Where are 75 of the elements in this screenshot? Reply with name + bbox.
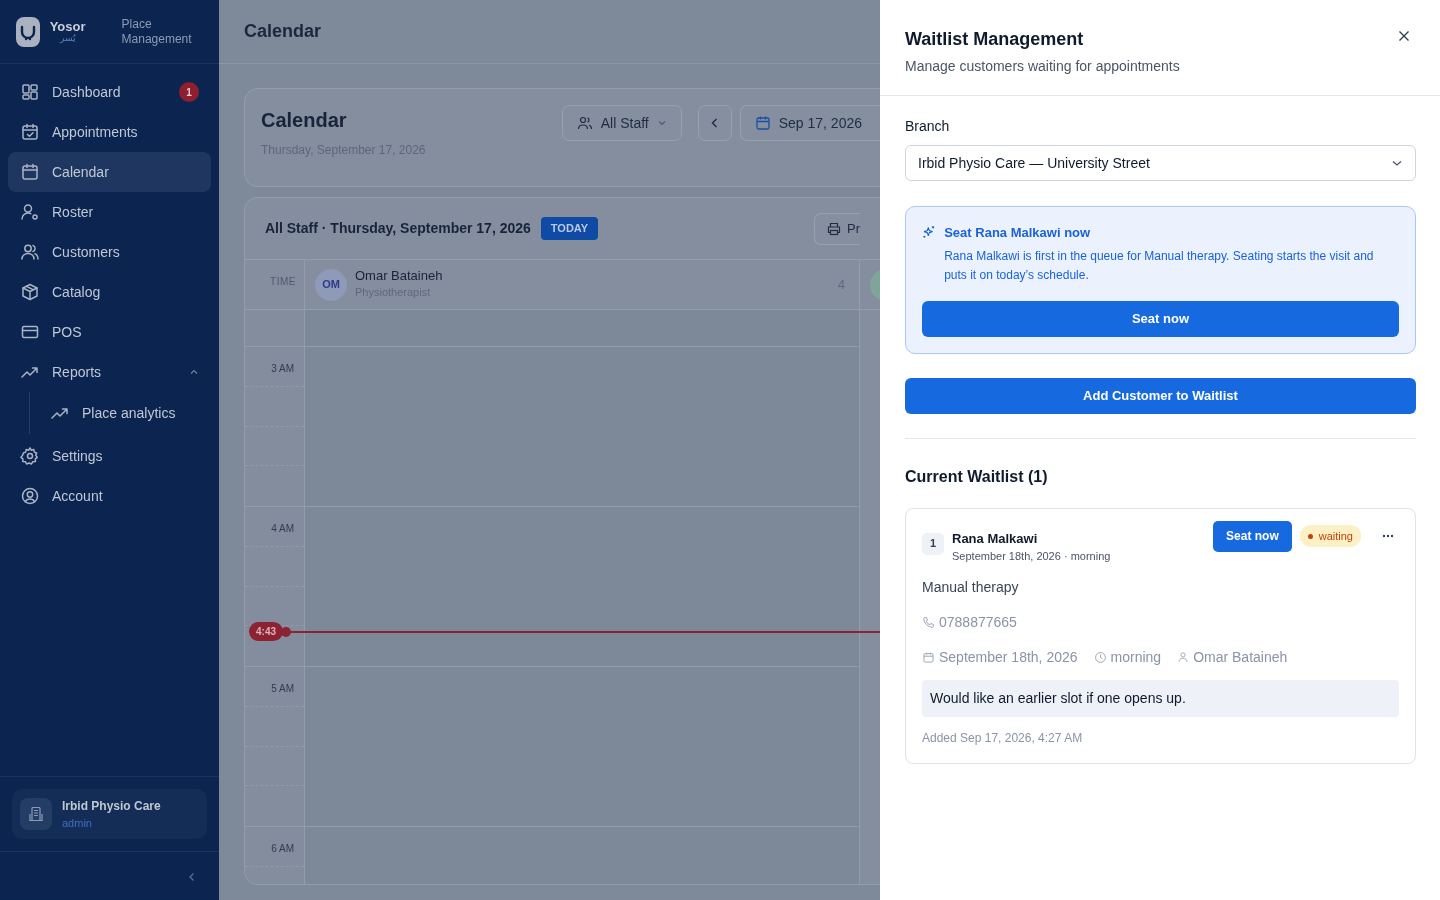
- calendar-title: Calendar: [261, 108, 348, 133]
- building-icon: [28, 805, 44, 822]
- added-timestamp: Added Sep 17, 2026, 4:27 AM: [922, 729, 1084, 747]
- workspace-name: Irbid Physio Care: [62, 797, 161, 815]
- staff-filter-dropdown[interactable]: All Staff: [561, 105, 682, 141]
- sidebar-item[interactable]: Dashboard 1: [8, 72, 211, 112]
- staff-avatar: OM: [315, 268, 347, 301]
- settings-icon: [20, 446, 40, 466]
- preferred-time: morning: [1110, 647, 1162, 667]
- printer-icon: [827, 221, 841, 236]
- date-picker-button[interactable]: Sep 17, 2026: [739, 105, 880, 141]
- person-icon: [1177, 651, 1190, 663]
- brand-name-arabic: يُسر: [58, 34, 77, 44]
- panel-subtitle: Manage customers waiting for appointments: [905, 57, 1180, 76]
- staff-name: Omar Bataineh: [1193, 647, 1288, 667]
- brand-name: Yosor: [49, 19, 86, 34]
- hour-label: 4 AM: [270, 522, 295, 536]
- sidebar-item[interactable]: Customers: [8, 232, 211, 272]
- workspace-role: admin: [62, 815, 93, 831]
- phone-icon: [922, 615, 935, 629]
- sidebar-item[interactable]: Settings: [8, 436, 211, 476]
- waitlist-title: Current Waitlist (1): [905, 466, 1049, 487]
- add-to-waitlist-button[interactable]: Add Customer to Waitlist: [905, 377, 1416, 414]
- calendar-icon: [20, 162, 40, 182]
- phone-number: 0788877665: [939, 612, 1017, 632]
- sidebar-item[interactable]: Reports: [8, 352, 211, 392]
- sidebar-item[interactable]: Roster: [8, 192, 211, 232]
- hour-label: 6 AM: [270, 842, 295, 856]
- account-icon: [20, 486, 40, 506]
- sidebar-item[interactable]: Account: [8, 476, 211, 516]
- current-time-badge: 4:43: [249, 622, 283, 641]
- more-icon: [1382, 534, 1394, 538]
- panel-title: Waitlist Management: [905, 28, 1085, 51]
- notification-badge: 1: [179, 82, 199, 102]
- staff-name: Omar Bataineh: [355, 268, 443, 285]
- box-icon: [20, 282, 40, 302]
- users-icon: [20, 242, 40, 262]
- hour-label: 3 AM: [270, 362, 295, 376]
- sidebar-item[interactable]: POS: [8, 312, 211, 352]
- schedule-heading: All Staff · Thursday, September 17, 2026: [265, 219, 531, 238]
- sidebar-subitem[interactable]: Place analytics: [38, 392, 211, 434]
- status-badge: waiting: [1299, 524, 1361, 548]
- sparkles-icon: [922, 223, 937, 241]
- calendar-icon: [754, 115, 771, 131]
- close-icon: [1398, 30, 1410, 42]
- branch-label: Branch: [905, 117, 951, 136]
- suggestion-title: Seat Rana Malkawi now: [944, 224, 1092, 242]
- brand-tagline: Place Management: [121, 16, 193, 47]
- customer-name: Rana Malkawi: [952, 529, 1039, 548]
- user-gear-icon: [20, 202, 40, 222]
- page-title: Calendar: [244, 20, 322, 43]
- queue-position: 1: [922, 532, 944, 555]
- sidebar-item[interactable]: Calendar: [8, 152, 211, 192]
- chevron-down-icon: [656, 118, 667, 128]
- workspace-card[interactable]: Irbid Physio Care admin: [12, 788, 207, 839]
- seat-now-button[interactable]: Seat now: [1213, 520, 1292, 552]
- branch-select[interactable]: Irbid Physio Care — University Street: [905, 145, 1416, 181]
- hour-label: 5 AM: [270, 682, 295, 696]
- sidebar-item[interactable]: Appointments: [8, 112, 211, 152]
- today-badge: TODAY: [540, 217, 599, 240]
- sidebar-item[interactable]: Catalog: [8, 272, 211, 312]
- chevron-left-icon: [187, 871, 197, 882]
- users-icon: [576, 115, 593, 131]
- calendar-check-icon: [20, 122, 40, 142]
- calendar-icon: [922, 650, 935, 664]
- preferred-slot: September 18th, 2026 · morning: [952, 548, 1111, 565]
- suggestion-text: Rana Malkawi is first in the queue for Manual therapy. Seating starts the visit and puts it on today’s schedule.: [944, 247, 1375, 284]
- preferred-date: September 18th, 2026: [939, 647, 1078, 667]
- print-button[interactable]: Pr: [814, 212, 860, 245]
- seat-now-button[interactable]: Seat now: [922, 300, 1399, 337]
- chevron-up-icon: [189, 367, 199, 377]
- service-name: Manual therapy: [922, 577, 1020, 597]
- grid-icon: [20, 82, 40, 102]
- customer-note: Would like an earlier slot if one opens up.: [922, 679, 1399, 717]
- clock-icon: [1093, 650, 1107, 664]
